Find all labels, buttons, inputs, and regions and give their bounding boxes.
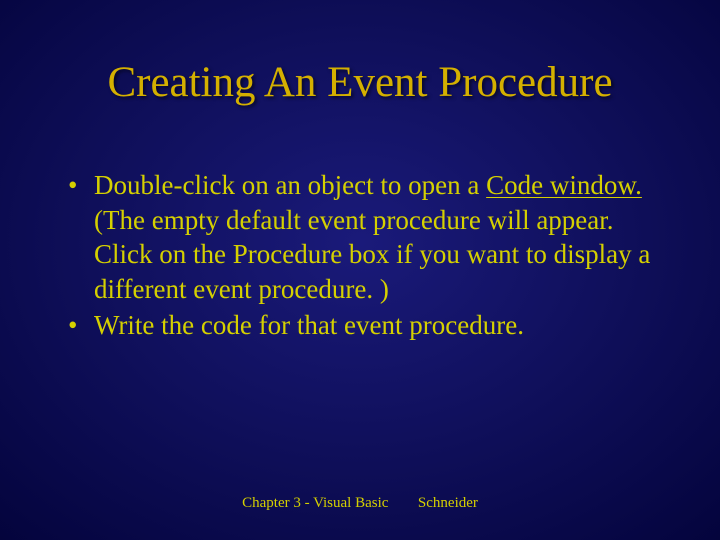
bullet-text-underlined: Code window.	[486, 170, 642, 200]
bullet-text-post: (The empty default event procedure will …	[94, 205, 650, 304]
slide: Creating An Event Procedure Double-click…	[0, 0, 720, 540]
footer-right: Schneider	[418, 495, 478, 511]
slide-content: Double-click on an object to open a Code…	[64, 168, 660, 345]
bullet-text-pre: Write the code for that event procedure.	[94, 310, 524, 340]
bullet-item: Double-click on an object to open a Code…	[64, 168, 660, 306]
bullet-text-pre: Double-click on an object to open a	[94, 170, 486, 200]
slide-title: Creating An Event Procedure	[0, 58, 720, 107]
footer-left: Chapter 3 - Visual Basic	[242, 495, 388, 511]
bullet-item: Write the code for that event procedure.	[64, 308, 660, 343]
slide-footer: Chapter 3 - Visual Basic Schneider	[0, 495, 720, 512]
